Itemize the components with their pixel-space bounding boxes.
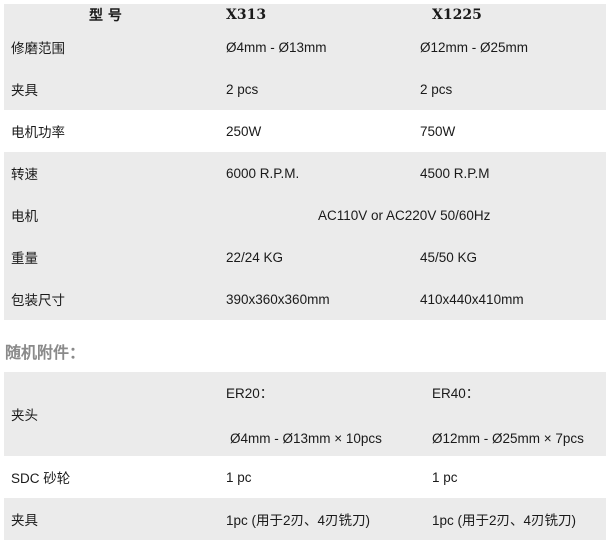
row-label: 转速 — [11, 167, 38, 182]
spec-header-row: 型 号 X313 X1225 — [4, 4, 606, 26]
row-value-x1225: 750W — [420, 123, 456, 139]
row-value-merged: AC110V or AC220V 50/60Hz — [318, 207, 491, 223]
row-value-x313: 22/24 KG — [226, 249, 284, 265]
row-label: 修磨范围 — [11, 41, 65, 56]
row-value-x313: 390x360x360mm — [226, 291, 330, 307]
table-row: 转速 6000 R.P.M. 4500 R.P.M — [4, 152, 606, 194]
table-row: 修磨范围 Ø4mm - Ø13mm Ø12mm - Ø25mm — [4, 26, 606, 68]
row-value-x1225: 410x440x410mm — [420, 291, 524, 307]
row-value-x313: 1pc (用于2刃、4刃铣刀) — [226, 513, 371, 528]
table-row: 电机功率 250W 750W — [4, 110, 606, 152]
table-row: 夹具 2 pcs 2 pcs — [4, 68, 606, 110]
collet-x313: ER20： Ø4mm - Ø13mm × 10pcs — [226, 372, 382, 456]
row-label: 电机 — [11, 209, 38, 224]
row-label: 包装尺寸 — [11, 293, 65, 308]
row-value-x313: 6000 R.P.M. — [226, 165, 300, 181]
row-label: 夹具 — [11, 513, 38, 528]
row-value-x1225: 4500 R.P.M — [420, 165, 490, 181]
header-model-x313: X313 — [226, 7, 267, 23]
row-value-x1225: 2 pcs — [420, 81, 453, 97]
collet-x313-type: ER20： — [226, 386, 274, 401]
row-label: 夹头 — [11, 408, 38, 423]
table-row: 夹头 ER20： Ø4mm - Ø13mm × 10pcs ER40： Ø12m… — [4, 372, 606, 456]
header-label: 型 号 — [89, 8, 122, 24]
collet-x1225-type: ER40： — [432, 386, 480, 401]
collet-x1225: ER40： Ø12mm - Ø25mm × 7pcs — [432, 372, 584, 456]
row-label: 重量 — [11, 251, 38, 266]
table-row: 电机 AC110V or AC220V 50/60Hz — [4, 194, 606, 236]
table-row: SDC 砂轮 1 pc 1 pc — [4, 456, 606, 498]
table-row: 包装尺寸 390x360x360mm 410x440x410mm — [4, 278, 606, 320]
row-value-x1225: 45/50 KG — [420, 249, 478, 265]
accessories-title: 随机附件： — [5, 343, 86, 362]
row-value-x313: 250W — [226, 123, 262, 139]
row-value-x1225: Ø12mm - Ø25mm — [420, 39, 529, 55]
collet-x1225-range: Ø12mm - Ø25mm × 7pcs — [432, 431, 584, 446]
row-label: 夹具 — [11, 83, 38, 98]
table-row: 夹具 1pc (用于2刃、4刃铣刀) 1pc (用于2刃、4刃铣刀) — [4, 498, 606, 540]
header-model-x1225: X1225 — [432, 7, 482, 23]
collet-x313-range: Ø4mm - Ø13mm × 10pcs — [230, 431, 382, 446]
row-label: SDC 砂轮 — [11, 471, 71, 486]
row-value-x1225: 1 pc — [432, 469, 458, 485]
row-label: 电机功率 — [11, 125, 65, 140]
row-value-x313: 1 pc — [226, 469, 252, 485]
row-value-x313: Ø4mm - Ø13mm — [226, 39, 327, 55]
row-value-x313: 2 pcs — [226, 81, 259, 97]
row-value-x1225: 1pc (用于2刃、4刃铣刀) — [432, 513, 577, 528]
table-row: 重量 22/24 KG 45/50 KG — [4, 236, 606, 278]
